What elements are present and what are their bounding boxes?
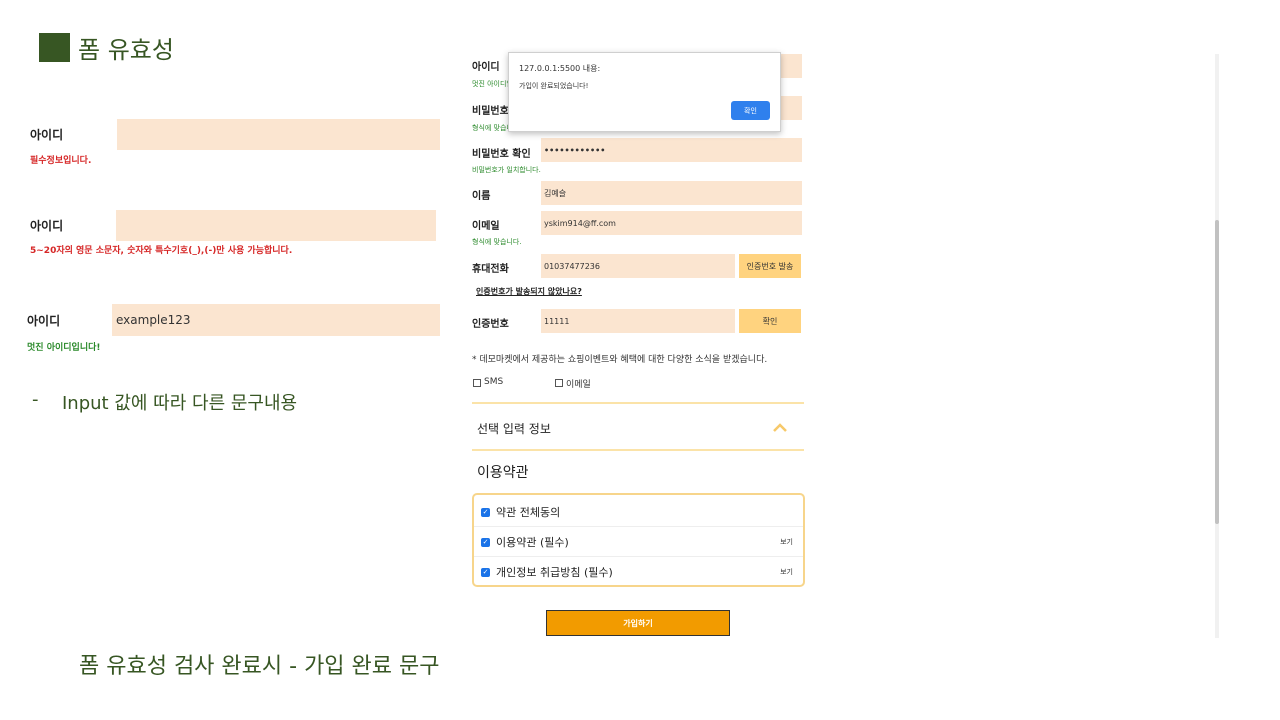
- terms-all-label: 약관 전체동의: [496, 506, 561, 519]
- form-phone-input[interactable]: 01037477236: [541, 254, 735, 278]
- form-password-confirm-input[interactable]: ••••••••••••: [541, 138, 802, 162]
- form-email-label: 이메일: [472, 221, 500, 232]
- form-password-confirm-label: 비밀번호 확인: [472, 149, 531, 160]
- terms-service-view-link[interactable]: 보기: [780, 537, 793, 547]
- form-auth-label: 인증번호: [472, 319, 509, 330]
- alert-message: 가입이 완료되었습니다!: [519, 82, 589, 90]
- form-email-message: 형식에 맞습니다.: [472, 238, 522, 246]
- form-password-label: 비밀번호: [472, 106, 509, 117]
- resend-code-link[interactable]: 인증번호가 발송되지 않았나요?: [476, 286, 582, 297]
- sms-checkbox-label: SMS: [484, 377, 504, 387]
- bullet-text: Input 값에 따라 다른 문구내용: [62, 393, 298, 414]
- form-password-confirm-message: 비밀번호가 일치합니다.: [472, 166, 541, 174]
- example-2-error-message: 5~20자의 영문 소문자, 숫자와 특수기호(_),(-)만 사용 가능합니다…: [30, 246, 293, 256]
- terms-row-privacy[interactable]: ✓ 개인정보 취급방침 (필수) 보기: [474, 556, 803, 587]
- terms-row-all[interactable]: ✓ 약관 전체동의: [474, 497, 803, 527]
- checkbox-checked-icon[interactable]: ✓: [481, 537, 490, 547]
- alert-dialog: 127.0.0.1:5500 내용: 가입이 완료되었습니다! 확인: [508, 52, 781, 132]
- title-square-icon: [39, 33, 70, 62]
- alert-ok-button[interactable]: 확인: [731, 101, 770, 120]
- chevron-up-icon[interactable]: [771, 420, 789, 434]
- example-1-label: 아이디: [30, 128, 64, 142]
- optional-section-title: 선택 입력 정보: [477, 422, 551, 436]
- example-1-input[interactable]: [117, 119, 440, 150]
- form-name-label: 이름: [472, 191, 491, 202]
- marketing-notice: * 데모마켓에서 제공하는 쇼핑이벤트와 혜택에 대한 다양한 소식을 받겠습니…: [472, 355, 768, 365]
- signup-submit-button[interactable]: 가입하기: [546, 610, 730, 636]
- form-id-input[interactable]: [778, 54, 802, 78]
- form-auth-input[interactable]: 11111: [541, 309, 735, 333]
- form-id-label: 아이디: [472, 62, 500, 73]
- example-3-label: 아이디: [27, 314, 61, 328]
- example-3-input[interactable]: example123: [112, 304, 440, 336]
- form-email-input[interactable]: yskim914@ff.com: [541, 211, 802, 235]
- bullet-dash: -: [32, 389, 39, 410]
- example-2-input[interactable]: [116, 210, 436, 241]
- slide-caption: 폼 유효성 검사 완료시 - 가입 완료 문구: [79, 654, 440, 679]
- section-divider: [472, 402, 804, 404]
- example-2-label: 아이디: [30, 219, 64, 233]
- terms-row-service[interactable]: ✓ 이용약관 (필수) 보기: [474, 526, 803, 557]
- slide-title: 폼 유효성: [78, 36, 174, 64]
- auth-confirm-button[interactable]: 확인: [739, 309, 801, 333]
- email-checkbox-label: 이메일: [566, 380, 591, 390]
- send-auth-code-button[interactable]: 인증번호 발송: [739, 254, 801, 278]
- alert-title: 127.0.0.1:5500 내용:: [519, 64, 601, 73]
- example-1-error-message: 필수정보입니다.: [30, 156, 92, 166]
- checkbox-checked-icon[interactable]: ✓: [481, 507, 490, 517]
- terms-service-label: 이용약관 (필수): [496, 536, 569, 549]
- form-phone-label: 휴대전화: [472, 264, 509, 275]
- form-password-input[interactable]: [778, 96, 802, 120]
- terms-box: ✓ 약관 전체동의 ✓ 이용약관 (필수) 보기 ✓ 개인정보 취급방침 (필수…: [472, 493, 805, 587]
- checkbox-checked-icon[interactable]: ✓: [481, 567, 490, 577]
- sms-checkbox[interactable]: [473, 379, 481, 387]
- terms-privacy-view-link[interactable]: 보기: [780, 567, 793, 577]
- example-3-success-message: 멋진 아이디입니다!: [27, 343, 101, 353]
- terms-title: 이용약관: [477, 465, 529, 481]
- email-checkbox[interactable]: [555, 379, 563, 387]
- form-name-input[interactable]: 김예슬: [541, 181, 802, 205]
- terms-privacy-label: 개인정보 취급방침 (필수): [496, 566, 613, 579]
- section-divider: [472, 449, 804, 451]
- scrollbar-thumb[interactable]: [1215, 220, 1219, 524]
